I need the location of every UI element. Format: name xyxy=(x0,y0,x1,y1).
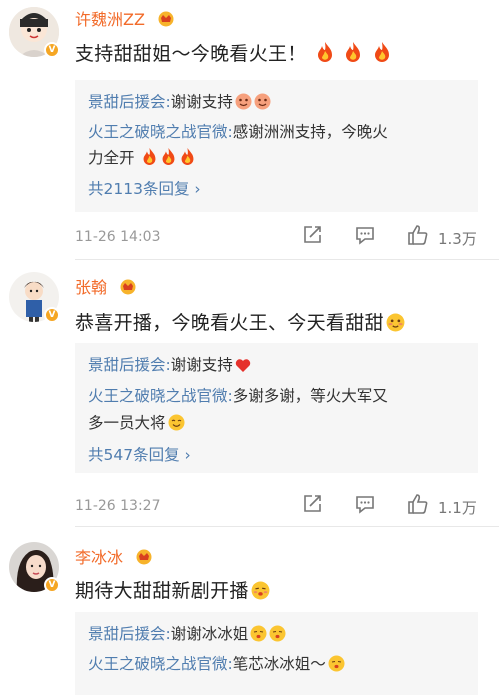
blush-icon xyxy=(386,313,405,337)
comment-item: V 李冰冰 期待大甜甜新剧开播 景甜后援会:谢谢冰冰姐 火王之破晓之战官微:笔芯… xyxy=(0,530,499,695)
smile-icon xyxy=(168,414,185,435)
verified-v-badge: V xyxy=(44,577,60,593)
verified-v-badge: V xyxy=(44,307,60,323)
like-icon xyxy=(408,225,428,245)
fire-icon xyxy=(141,147,158,170)
comment-text: 支持甜甜姐～今晚看火王！ xyxy=(75,39,392,68)
reply-item[interactable]: 火王之破晓之战官微:笔芯冰冰姐～ xyxy=(88,652,345,676)
crown-badge-icon xyxy=(120,279,136,295)
username-text[interactable]: 张翰 xyxy=(75,278,107,297)
like-count: 1.3万 xyxy=(438,230,477,248)
reply-text-continued: 多一员大将 xyxy=(88,411,185,435)
reply-author[interactable]: 景甜后援会: xyxy=(88,625,171,643)
reply-item[interactable]: 火王之破晓之战官微:多谢多谢，等火大军又 xyxy=(88,384,388,406)
kiss-icon xyxy=(250,625,267,646)
reply-item[interactable]: 景甜后援会:谢谢支持 xyxy=(88,353,251,377)
reply-box[interactable]: 景甜后援会:谢谢冰冰姐 火王之破晓之战官微:笔芯冰冰姐～ xyxy=(75,612,478,695)
reply-text: 谢谢冰冰姐 xyxy=(170,625,249,643)
comment-button[interactable] xyxy=(354,224,376,250)
like-button[interactable] xyxy=(406,223,430,251)
crown-badge-icon xyxy=(158,11,174,27)
more-replies-link[interactable]: 共2113条回复 › xyxy=(88,177,201,199)
heart-icon xyxy=(235,358,251,377)
verified-v-badge: V xyxy=(44,42,60,58)
more-replies-link[interactable]: 共547条回复 › xyxy=(88,443,191,465)
fire-icon xyxy=(160,147,177,170)
share-icon xyxy=(304,226,321,243)
reply-author[interactable]: 火王之破晓之战官微: xyxy=(88,123,233,141)
fire-icon xyxy=(315,41,335,68)
kiss-icon xyxy=(328,655,345,676)
share-button[interactable] xyxy=(301,224,323,250)
username-text[interactable]: 许魏洲ZZ xyxy=(75,10,145,29)
comment-time: 11-26 14:03 xyxy=(75,229,161,245)
reply-text: 感谢洲洲支持，今晚火 xyxy=(232,123,388,141)
divider xyxy=(75,259,499,260)
comment-item: V 许魏洲ZZ 支持甜甜姐～今晚看火王！ 景甜后援会:谢谢支持 火王之破晓之战官 xyxy=(0,0,499,262)
blush-icon xyxy=(235,93,252,114)
share-icon xyxy=(304,495,321,512)
fire-icon xyxy=(343,41,363,68)
reply-text: 笔芯冰冰姐～ xyxy=(232,655,326,673)
crown-badge-icon xyxy=(136,549,152,565)
reply-item[interactable]: 景甜后援会:谢谢支持 xyxy=(88,90,271,114)
reply-author[interactable]: 景甜后援会: xyxy=(88,356,171,374)
comment-time: 11-26 13:27 xyxy=(75,498,161,514)
reply-item[interactable]: 景甜后援会:谢谢冰冰姐 xyxy=(88,622,286,646)
reply-author[interactable]: 景甜后援会: xyxy=(88,93,171,111)
comment-item: V 张翰 恭喜开播，今晚看火王、今天看甜甜 景甜后援会:谢谢支持 火王之破晓之战… xyxy=(0,262,499,526)
username-text[interactable]: 李冰冰 xyxy=(75,548,123,567)
share-button[interactable] xyxy=(301,493,323,519)
comment-icon xyxy=(356,496,374,514)
like-icon xyxy=(408,494,428,514)
reply-author[interactable]: 火王之破晓之战官微: xyxy=(88,655,233,673)
fire-icon xyxy=(372,41,392,68)
kiss-icon xyxy=(269,625,286,646)
comment-text: 恭喜开播，今晚看火王、今天看甜甜 xyxy=(75,308,405,337)
reply-item[interactable]: 火王之破晓之战官微:感谢洲洲支持，今晚火 xyxy=(88,120,388,142)
kiss-icon xyxy=(251,581,270,605)
divider xyxy=(75,526,499,527)
username[interactable]: 张翰 xyxy=(75,274,138,298)
reply-text: 谢谢支持 xyxy=(170,93,233,111)
username[interactable]: 许魏洲ZZ xyxy=(75,6,176,30)
comment-icon xyxy=(356,227,374,245)
reply-text: 谢谢支持 xyxy=(170,356,233,374)
comment-text: 期待大甜甜新剧开播 xyxy=(75,576,270,605)
fire-icon xyxy=(179,147,196,170)
reply-box[interactable]: 景甜后援会:谢谢支持 火王之破晓之战官微:多谢多谢，等火大军又 多一员大将 共5… xyxy=(75,343,478,473)
like-button[interactable] xyxy=(406,492,430,520)
username[interactable]: 李冰冰 xyxy=(75,544,154,568)
reply-text-continued: 力全开 xyxy=(88,146,196,170)
comment-button[interactable] xyxy=(354,493,376,519)
reply-text: 多谢多谢，等火大军又 xyxy=(232,387,388,405)
reply-box[interactable]: 景甜后援会:谢谢支持 火王之破晓之战官微:感谢洲洲支持，今晚火 力全开 共211… xyxy=(75,80,478,212)
like-count: 1.1万 xyxy=(438,499,477,517)
reply-author[interactable]: 火王之破晓之战官微: xyxy=(88,387,233,405)
blush-icon xyxy=(254,93,271,114)
